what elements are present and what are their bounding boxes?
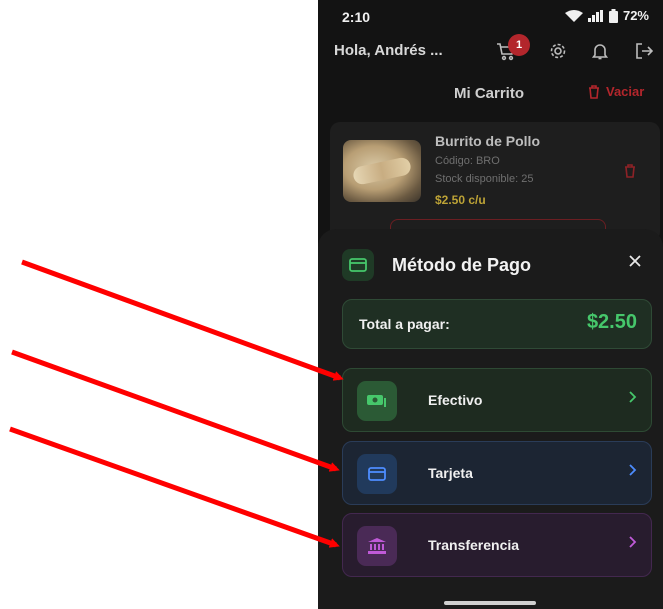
- payment-option-card[interactable]: Tarjeta: [342, 441, 652, 505]
- bank-icon: [357, 526, 397, 566]
- arrow-to-transfer: [9, 426, 340, 548]
- status-icons: 72%: [564, 8, 649, 23]
- battery-icon: [608, 8, 618, 23]
- trash-icon: [589, 84, 599, 99]
- close-icon[interactable]: [629, 255, 641, 267]
- chevron-right-icon: [629, 536, 637, 548]
- cash-icon: [357, 381, 397, 421]
- wifi-icon: [564, 9, 583, 22]
- phone-screen: 2:10 72% Hola, Andrés ... 1 Mi Carrito V…: [318, 0, 663, 609]
- signal-icon: [587, 9, 603, 22]
- payment-method-sheet: Método de Pago Total a pagar: $2.50 Efec…: [318, 229, 663, 609]
- product-price: $2.50 c/u: [435, 193, 486, 207]
- cart-count-badge: 1: [508, 34, 530, 56]
- total-label: Total a pagar:: [359, 316, 450, 332]
- product-image: [343, 140, 421, 202]
- total-box: Total a pagar: $2.50: [342, 299, 652, 349]
- status-time: 2:10: [342, 9, 371, 25]
- greeting: Hola, Andrés ...: [334, 42, 443, 59]
- payment-option-label: Transferencia: [428, 537, 520, 553]
- product-name: Burrito de Pollo: [435, 133, 540, 149]
- chevron-right-icon: [629, 391, 637, 403]
- total-value: $2.50: [586, 311, 637, 333]
- product-stock: Stock disponible: 25: [435, 173, 534, 185]
- remove-item-icon[interactable]: [624, 164, 636, 178]
- payment-option-label: Tarjeta: [428, 465, 473, 481]
- sheet-header: Método de Pago: [342, 249, 531, 281]
- page-title: Mi Carrito: [454, 85, 525, 102]
- clear-cart-label: Vaciar: [606, 84, 645, 99]
- battery-level: 72%: [622, 8, 649, 23]
- app-header: Hola, Andrés ... 1: [318, 34, 663, 70]
- sheet-title: Método de Pago: [392, 254, 531, 275]
- home-indicator: [444, 601, 536, 605]
- credit-card-icon: [342, 249, 374, 281]
- logout-icon[interactable]: [632, 39, 656, 63]
- chevron-right-icon: [629, 464, 637, 476]
- arrow-to-card: [11, 349, 340, 472]
- payment-option-label: Efectivo: [428, 392, 483, 408]
- payment-option-transfer[interactable]: Transferencia: [342, 513, 652, 577]
- payment-option-cash[interactable]: Efectivo: [342, 368, 652, 432]
- credit-card-icon: [357, 454, 397, 494]
- arrow-to-cash: [21, 259, 344, 381]
- cart-item-card: Burrito de Pollo Código: BRO Stock dispo…: [330, 122, 660, 251]
- clear-cart-button[interactable]: Vaciar: [588, 84, 644, 99]
- gear-icon[interactable]: [546, 39, 570, 63]
- product-code: Código: BRO: [435, 155, 500, 167]
- status-bar: 2:10 72%: [318, 0, 663, 34]
- bell-icon[interactable]: [588, 39, 612, 63]
